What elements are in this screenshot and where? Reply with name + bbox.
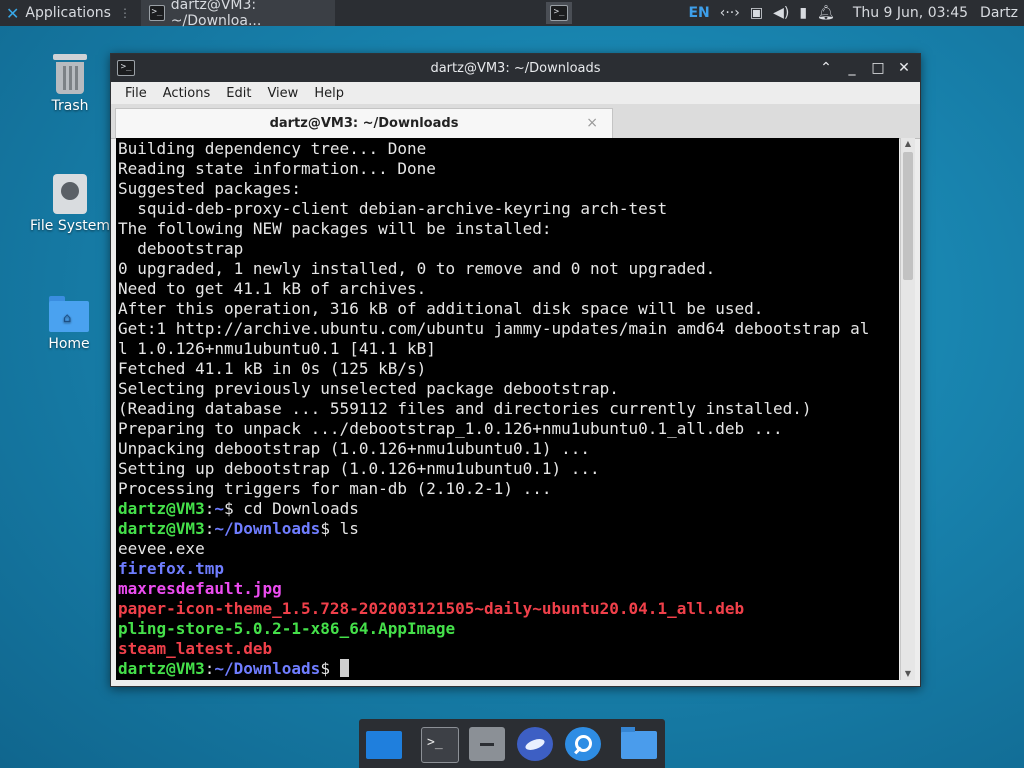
prompt-command: $ — [320, 659, 340, 678]
terminal-line: pling-store-5.0.2-1-x86_64.AppImage — [118, 619, 456, 638]
workspace-terminal-icon: >_ — [550, 5, 568, 21]
network-icon[interactable]: ‹··› — [720, 5, 740, 21]
terminal-line: 0 upgraded, 1 newly installed, 0 to remo… — [118, 259, 716, 278]
app-finder-icon[interactable] — [565, 727, 601, 761]
terminal-icon: >_ — [148, 5, 165, 21]
desktop-icon-file-system[interactable]: File System — [25, 174, 115, 234]
shade-icon[interactable]: ⌃ — [816, 58, 836, 78]
terminal-line: Get:1 http://archive.ubuntu.com/ubuntu j… — [118, 319, 870, 338]
window-title: dartz@VM3: ~/Downloads — [430, 60, 601, 76]
applications-label: Applications — [25, 5, 111, 21]
applications-menu-button[interactable]: ✕ Applications ⋮ — [0, 0, 141, 26]
prompt-command: $ ls — [320, 519, 359, 538]
home-folder-icon: ⌂ — [49, 296, 89, 332]
terminal-line: paper-icon-theme_1.5.728-202003121505~da… — [118, 599, 745, 618]
close-icon[interactable]: ✕ — [894, 58, 914, 78]
menu-file[interactable]: File — [117, 86, 155, 101]
disk-icon — [53, 174, 87, 214]
taskbar-terminal-title: dartz@VM3: ~/Downloa... — [170, 0, 262, 29]
notifications-icon[interactable]: 🔔︎ — [817, 5, 835, 21]
desktop-icon-trash[interactable]: Trash — [25, 54, 115, 114]
top-panel: ✕ Applications ⋮ >_ dartz@VM3: ~/Downloa… — [0, 0, 1024, 29]
window-terminal-icon[interactable]: >_ — [117, 60, 135, 76]
menu-view[interactable]: View — [259, 86, 306, 101]
prompt-path: ~/Downloads — [214, 519, 321, 538]
prompt-command: $ cd Downloads — [223, 499, 359, 518]
show-desktop-icon[interactable] — [366, 731, 402, 759]
terminal-lines: Building dependency tree... Done Reading … — [116, 138, 899, 679]
terminal-prompt-line: dartz@VM3:~$ cd Downloads — [118, 499, 359, 518]
maximize-icon[interactable]: □ — [868, 58, 888, 78]
menu-actions[interactable]: Actions — [155, 86, 219, 101]
prompt-user: dartz@VM3 — [118, 519, 205, 538]
terminal-line: Unpacking debootstrap (1.0.126+nmu1ubunt… — [118, 439, 591, 458]
tab-close-icon[interactable]: × — [586, 115, 598, 131]
terminal-line: steam_latest.deb — [118, 639, 273, 658]
file-manager-icon[interactable] — [469, 727, 505, 761]
taskbar-terminal-button[interactable]: >_ dartz@VM3: ~/Downloa... — [140, 0, 335, 29]
terminal-line: l 1.0.126+nmu1ubuntu0.1 [41.1 kB] — [118, 339, 436, 358]
volume-icon[interactable]: ◀) — [773, 5, 789, 21]
trash-icon — [53, 54, 87, 94]
minimize-icon[interactable]: _ — [842, 58, 862, 78]
terminal-line: Need to get 41.1 kB of archives. — [118, 279, 427, 298]
user-menu[interactable]: Dartz — [976, 0, 1024, 26]
terminal-line: firefox.tmp — [118, 559, 224, 578]
desktop-icon-label: File System — [29, 218, 111, 234]
prompt-path: ~/Downloads — [214, 659, 321, 678]
desktop-icon-label: Trash — [51, 98, 89, 114]
terminal-line: Reading state information... Done — [118, 159, 436, 178]
terminal-line: After this operation, 316 kB of addition… — [118, 299, 764, 318]
terminal-output[interactable]: Building dependency tree... Done Reading … — [116, 138, 899, 680]
workspace-switcher-button[interactable]: >_ — [546, 2, 572, 24]
terminal-line: squid-deb-proxy-client debian-archive-ke… — [118, 199, 668, 218]
tab-bar: dartz@VM3: ~/Downloads × — [111, 104, 920, 139]
terminal-line: Setting up debootstrap (1.0.126+nmu1ubun… — [118, 459, 600, 478]
home-folder-icon[interactable] — [621, 727, 657, 759]
clock[interactable]: Thu 9 Jun, 03:45 — [843, 0, 976, 26]
web-browser-icon[interactable] — [517, 727, 553, 761]
window-titlebar[interactable]: >_ dartz@VM3: ~/Downloads ⌃ _ □ ✕ — [111, 54, 920, 82]
scrollbar-thumb[interactable] — [903, 152, 913, 280]
system-tray: EN ‹··› ▣ ◀) ▮ 🔔︎ — [688, 0, 842, 26]
terminal-line: (Reading database ... 559112 files and d… — [118, 399, 812, 418]
prompt-path: ~ — [214, 499, 224, 518]
keyboard-layout-indicator[interactable]: EN — [688, 5, 709, 21]
terminal-line: Processing triggers for man-db (2.10.2-1… — [118, 479, 552, 498]
terminal-icon[interactable]: >_ — [421, 727, 459, 763]
power-icon[interactable]: ▮ — [799, 5, 807, 21]
separator-icon: ⋮ — [118, 6, 131, 20]
terminal-scrollbar[interactable]: ▲ ▼ — [900, 138, 915, 680]
terminal-line: Suggested packages: — [118, 179, 302, 198]
xfce-logo-icon: ✕ — [6, 3, 20, 23]
tab-title: dartz@VM3: ~/Downloads — [269, 116, 459, 131]
terminal-line: maxresdefault.jpg — [118, 579, 282, 598]
terminal-line: Building dependency tree... Done — [118, 139, 427, 158]
desktop-icon-label: Home — [48, 336, 90, 352]
display-icon[interactable]: ▣ — [750, 5, 763, 21]
terminal-prompt-line: dartz@VM3:~/Downloads$ ls — [118, 519, 359, 538]
tab-downloads[interactable]: dartz@VM3: ~/Downloads × — [115, 108, 613, 138]
terminal-line: The following NEW packages will be insta… — [118, 219, 552, 238]
menubar: File Actions Edit View Help — [111, 82, 920, 104]
terminal-line: eevee.exe — [118, 539, 205, 558]
terminal-prompt-line: dartz@VM3:~/Downloads$ — [118, 659, 899, 679]
terminal-line: Selecting previously unselected package … — [118, 379, 619, 398]
desktop-icon-home[interactable]: ⌂ Home — [24, 296, 114, 352]
terminal-window: >_ dartz@VM3: ~/Downloads ⌃ _ □ ✕ File A… — [110, 53, 921, 687]
menu-edit[interactable]: Edit — [218, 86, 259, 101]
terminal-line: Fetched 41.1 kB in 0s (125 kB/s) — [118, 359, 427, 378]
terminal-cursor — [339, 659, 349, 677]
scroll-up-icon[interactable]: ▲ — [901, 138, 915, 150]
menu-help[interactable]: Help — [306, 86, 352, 101]
dock: >_ — [359, 719, 665, 768]
prompt-user: dartz@VM3 — [118, 659, 205, 678]
prompt-user: dartz@VM3 — [118, 499, 205, 518]
terminal-line: debootstrap — [118, 239, 244, 258]
scroll-down-icon[interactable]: ▼ — [901, 668, 915, 680]
terminal-line: Preparing to unpack .../debootstrap_1.0.… — [118, 419, 783, 438]
